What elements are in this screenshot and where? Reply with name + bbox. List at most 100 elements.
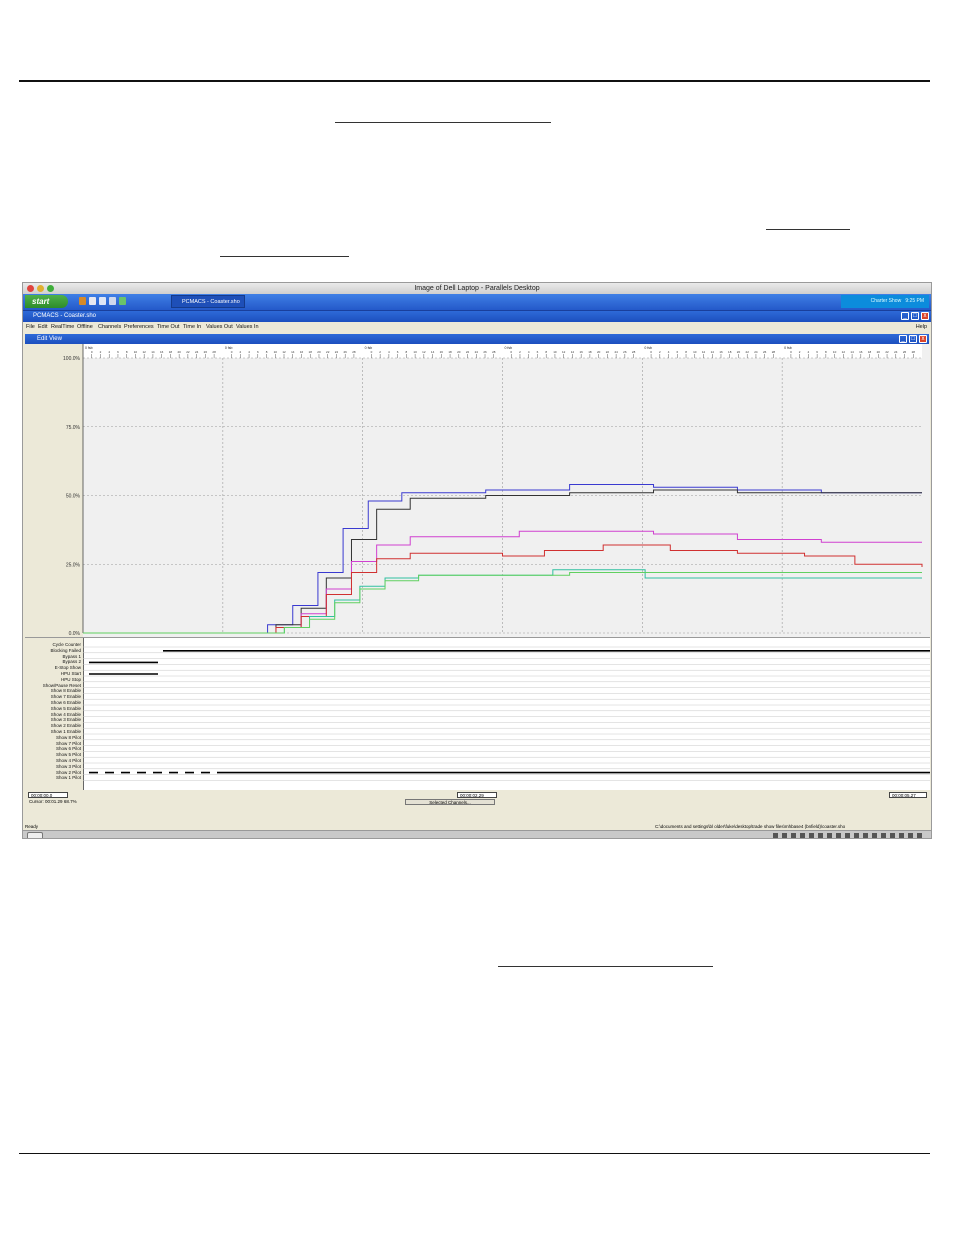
menu-offline[interactable]: Offline bbox=[77, 322, 93, 332]
zoom-traffic-light[interactable] bbox=[47, 285, 54, 292]
channel-label[interactable]: Show 1 Enable bbox=[51, 729, 81, 734]
quicklaunch-icon-5[interactable] bbox=[119, 297, 126, 305]
maximize-button[interactable]: □ bbox=[911, 312, 919, 320]
timecode-end[interactable]: 00:00:05.27 bbox=[889, 792, 927, 798]
quicklaunch-icon-4[interactable] bbox=[109, 297, 116, 305]
channel-label[interactable]: Show 7 Enable bbox=[51, 694, 81, 699]
x-tick-label: 28 bbox=[772, 350, 776, 354]
close-traffic-light[interactable] bbox=[27, 285, 34, 292]
y-tick-label: 50.0% bbox=[66, 494, 81, 500]
x-tick-label: 16 bbox=[719, 350, 723, 354]
x-tick-label: 28 bbox=[492, 350, 496, 354]
quicklaunch-icon-1[interactable] bbox=[79, 297, 86, 305]
channel-label[interactable]: Show 7 Pilot bbox=[56, 741, 81, 746]
x-tick-label: 18 bbox=[868, 350, 872, 354]
menu-values-out[interactable]: Values Out bbox=[206, 322, 233, 332]
y-tick-label: 75.0% bbox=[66, 425, 81, 431]
x-tick-label: 18 bbox=[169, 350, 173, 354]
x-tick-label: 20 bbox=[737, 350, 741, 354]
x-tick-label: 22 bbox=[606, 350, 610, 354]
edit-minimize-button[interactable]: _ bbox=[899, 335, 907, 343]
channel-label[interactable]: Show 6 Pilot bbox=[56, 746, 81, 751]
minimize-traffic-light[interactable] bbox=[37, 285, 44, 292]
top-rule bbox=[19, 80, 930, 82]
channel-label[interactable]: Show 1 Pilot bbox=[56, 775, 81, 780]
start-button[interactable]: start bbox=[25, 295, 68, 308]
power-icon[interactable] bbox=[27, 832, 43, 838]
xp-taskbar: start PCMACS - Coaster.sho Charter Show … bbox=[23, 294, 931, 311]
device-icons[interactable] bbox=[773, 833, 923, 838]
channel-label[interactable]: HPU Start bbox=[61, 671, 81, 676]
selected-channels-button[interactable]: Selected Channels... bbox=[405, 799, 495, 805]
x-tick-label: 10 bbox=[413, 350, 417, 354]
parallels-window: Image of Dell Laptop - Parallels Desktop… bbox=[22, 282, 932, 839]
channel-label[interactable]: Show 2 Enable bbox=[51, 723, 81, 728]
menu-edit[interactable]: Edit bbox=[38, 322, 47, 332]
x-tick-label: 22 bbox=[186, 350, 190, 354]
x-tick-label: 18 bbox=[588, 350, 592, 354]
y-tick-label: 25.0% bbox=[66, 562, 81, 568]
x-tick-label: 26 bbox=[204, 350, 208, 354]
x-tick-label: 24 bbox=[894, 350, 898, 354]
channel-traces[interactable] bbox=[83, 638, 930, 790]
channel-label[interactable]: Show 5 Pilot bbox=[56, 752, 81, 757]
channel-label[interactable]: Show/Pause Reset bbox=[43, 683, 81, 688]
x-tick-label: 18 bbox=[728, 350, 732, 354]
channel-label[interactable]: Blocking Failed bbox=[50, 648, 81, 653]
x-tick-label: 22 bbox=[885, 350, 889, 354]
channel-label[interactable]: Bypass 2 bbox=[62, 659, 81, 664]
parallels-toolbar bbox=[23, 830, 931, 838]
pcmacs-app-window: PCMACS - Coaster.sho _ □ x File Edit Rea… bbox=[23, 311, 931, 824]
hyperlink-underline-4[interactable] bbox=[498, 966, 713, 967]
channel-label[interactable]: Bypass 1 bbox=[62, 654, 81, 659]
channel-label[interactable]: Cycle Counter bbox=[52, 642, 81, 647]
close-button[interactable]: x bbox=[921, 312, 929, 320]
x-tick-label: 10 bbox=[274, 350, 278, 354]
hyperlink-underline-2[interactable] bbox=[766, 229, 850, 230]
edit-maximize-button[interactable]: □ bbox=[909, 335, 917, 343]
menu-channels[interactable]: Channels bbox=[98, 322, 121, 332]
minimize-button[interactable]: _ bbox=[901, 312, 909, 320]
channel-label[interactable]: Show 6 Enable bbox=[51, 700, 81, 705]
quicklaunch-icon-3[interactable] bbox=[99, 297, 106, 305]
menu-file[interactable]: File bbox=[26, 322, 35, 332]
channel-label[interactable]: Show 4 Enable bbox=[51, 712, 81, 717]
channel-label[interactable]: Show 5 Enable bbox=[51, 706, 81, 711]
menu-values-in[interactable]: Values In bbox=[236, 322, 259, 332]
channel-label[interactable]: Show 2 Pilot bbox=[56, 770, 81, 775]
x-tick-label: 18 bbox=[309, 350, 313, 354]
x-tick-label: 24 bbox=[335, 350, 339, 354]
x-ruler bbox=[83, 344, 922, 358]
channel-label[interactable]: Show 4 Pilot bbox=[56, 758, 81, 763]
channel-label[interactable]: Show 8 Enable bbox=[51, 688, 81, 693]
x-tick-label: 12 bbox=[562, 350, 566, 354]
channel-label[interactable]: E-Stop Show bbox=[55, 665, 81, 670]
channel-label[interactable]: HPU Stop bbox=[61, 677, 81, 682]
hyperlink-underline-3[interactable] bbox=[220, 256, 349, 257]
timecode-mid[interactable]: 00:00:02.29 bbox=[457, 792, 497, 798]
menu-time-out[interactable]: Time Out bbox=[157, 322, 179, 332]
x-tick-label: 22 bbox=[746, 350, 750, 354]
menu-time-in[interactable]: Time In bbox=[183, 322, 201, 332]
channel-label[interactable]: Show 8 Pilot bbox=[56, 735, 81, 740]
x-tick-label: 24 bbox=[614, 350, 618, 354]
x-tick-label: 14 bbox=[151, 350, 155, 354]
quicklaunch-icon-2[interactable] bbox=[89, 297, 96, 305]
x-tick-label: 20 bbox=[177, 350, 181, 354]
channel-label[interactable]: Show 3 Pilot bbox=[56, 764, 81, 769]
menu-realtime[interactable]: RealTime bbox=[51, 322, 74, 332]
x-tick-label: 10 bbox=[553, 350, 557, 354]
menu-preferences[interactable]: Preferences bbox=[124, 322, 154, 332]
edit-close-button[interactable]: x bbox=[919, 335, 927, 343]
x-tick-label: 26 bbox=[623, 350, 627, 354]
timecode-start[interactable]: 00:00:00.0 bbox=[28, 792, 68, 798]
x-tick-label: 12 bbox=[842, 350, 846, 354]
taskbar-app-button[interactable]: PCMACS - Coaster.sho bbox=[171, 295, 245, 308]
x-tick-label: 14 bbox=[571, 350, 575, 354]
hyperlink-underline-1[interactable] bbox=[335, 122, 551, 123]
line-chart[interactable]: 100.0%75.0%50.0%25.0%0.0%0 fsb0 2 4 6 8 10 12 1… bbox=[25, 344, 930, 637]
x-tick-label: 14 bbox=[431, 350, 435, 354]
menu-help[interactable]: Help bbox=[916, 322, 927, 332]
channel-label[interactable]: Show 3 Enable bbox=[51, 717, 81, 722]
x-tick-label: 24 bbox=[195, 350, 199, 354]
